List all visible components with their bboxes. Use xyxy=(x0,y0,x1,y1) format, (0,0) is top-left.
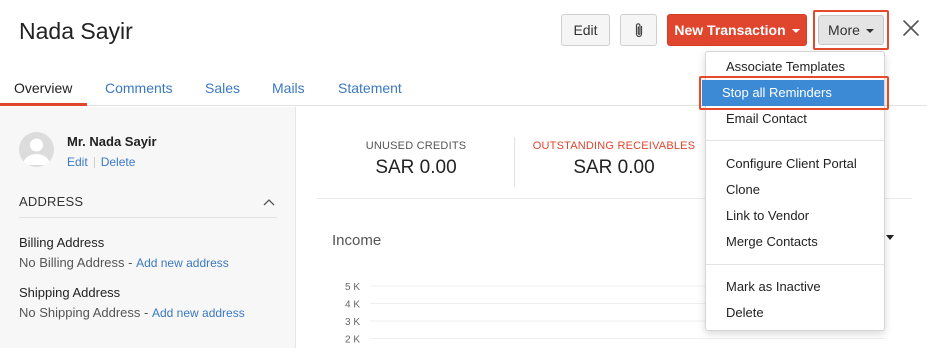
chevron-up-icon[interactable] xyxy=(263,198,275,206)
billing-dash: - xyxy=(124,255,137,270)
active-tab-indicator xyxy=(0,103,87,106)
more-button[interactable]: More xyxy=(818,15,884,45)
menu-divider xyxy=(706,140,884,141)
menu-item-clone[interactable]: Clone xyxy=(726,182,760,197)
menu-divider xyxy=(706,264,884,265)
more-button-label: More xyxy=(828,22,860,38)
stat-divider xyxy=(514,137,515,187)
billing-address-label: Billing Address xyxy=(19,235,105,250)
shipping-address-empty: No Shipping Address xyxy=(19,305,141,320)
contact-actions: Edit Delete xyxy=(67,155,135,169)
section-divider xyxy=(19,217,277,218)
menu-item-stop-all-reminders-label: Stop all Reminders xyxy=(722,85,832,100)
new-transaction-button[interactable]: New Transaction xyxy=(667,14,807,46)
unused-credits-stat: UNUSED CREDITS SAR 0.00 xyxy=(360,140,472,179)
more-menu: Associate Templates Stop all Reminders E… xyxy=(699,51,889,331)
unused-credits-value: SAR 0.00 xyxy=(375,157,457,178)
outstanding-receivables-stat: OUTSTANDING RECEIVABLES SAR 0.00 xyxy=(531,140,697,179)
attach-button[interactable] xyxy=(620,14,657,46)
more-button-highlight: More xyxy=(813,10,889,50)
new-transaction-label: New Transaction xyxy=(674,22,786,38)
menu-item-mark-as-inactive[interactable]: Mark as Inactive xyxy=(726,279,821,294)
y-axis-tick-label: 5 K xyxy=(345,282,360,293)
add-billing-address-link[interactable]: Add new address xyxy=(136,256,229,270)
tab-statement[interactable]: Statement xyxy=(338,80,402,96)
outstanding-receivables-label: OUTSTANDING RECEIVABLES xyxy=(532,140,696,152)
caret-down-icon[interactable] xyxy=(886,235,894,240)
shipping-address-label: Shipping Address xyxy=(19,285,121,300)
close-icon[interactable] xyxy=(900,17,922,39)
menu-item-stop-all-reminders[interactable]: Stop all Reminders xyxy=(702,80,884,106)
tab-overview[interactable]: Overview xyxy=(14,80,72,96)
paperclip-icon xyxy=(635,22,642,37)
caret-down-icon xyxy=(791,29,800,33)
edit-button-label: Edit xyxy=(573,22,598,38)
tab-comments[interactable]: Comments xyxy=(105,80,173,96)
avatar-icon xyxy=(23,138,50,165)
page-title: Nada Sayir xyxy=(19,18,133,44)
outstanding-receivables-value: SAR 0.00 xyxy=(573,157,655,178)
y-axis-tick-label: 3 K xyxy=(345,317,360,328)
billing-address-empty: No Billing Address xyxy=(19,255,125,270)
edit-button[interactable]: Edit xyxy=(561,14,610,46)
contact-name: Mr. Nada Sayir xyxy=(67,134,157,149)
contact-sidebar: Mr. Nada Sayir Edit Delete ADDRESS Billi… xyxy=(0,107,296,348)
y-axis-tick-label: 4 K xyxy=(345,300,360,311)
shipping-address-value: No Shipping Address - Add new address xyxy=(19,305,245,320)
edit-contact-link[interactable]: Edit xyxy=(67,155,88,169)
caret-down-icon xyxy=(865,29,874,33)
tab-mails[interactable]: Mails xyxy=(272,80,305,96)
y-axis-tick-label: 2 K xyxy=(345,335,360,346)
menu-item-highlight: Stop all Reminders xyxy=(699,76,889,110)
divider xyxy=(93,156,95,168)
income-chart-title: Income xyxy=(332,232,382,249)
avatar xyxy=(19,132,54,167)
billing-address-value: No Billing Address - Add new address xyxy=(19,255,229,270)
add-shipping-address-link[interactable]: Add new address xyxy=(152,306,245,320)
tab-sales[interactable]: Sales xyxy=(205,80,240,96)
delete-contact-link[interactable]: Delete xyxy=(101,155,136,169)
menu-item-associate-templates[interactable]: Associate Templates xyxy=(726,59,845,74)
menu-item-merge-contacts[interactable]: Merge Contacts xyxy=(726,234,818,249)
menu-item-configure-client-portal[interactable]: Configure Client Portal xyxy=(726,156,857,171)
menu-item-email-contact[interactable]: Email Contact xyxy=(726,111,807,126)
unused-credits-label: UNUSED CREDITS xyxy=(365,140,467,152)
menu-item-link-to-vendor[interactable]: Link to Vendor xyxy=(726,208,809,223)
shipping-dash: - xyxy=(140,305,152,320)
address-section-title[interactable]: ADDRESS xyxy=(19,194,83,209)
menu-item-delete[interactable]: Delete xyxy=(726,305,764,320)
